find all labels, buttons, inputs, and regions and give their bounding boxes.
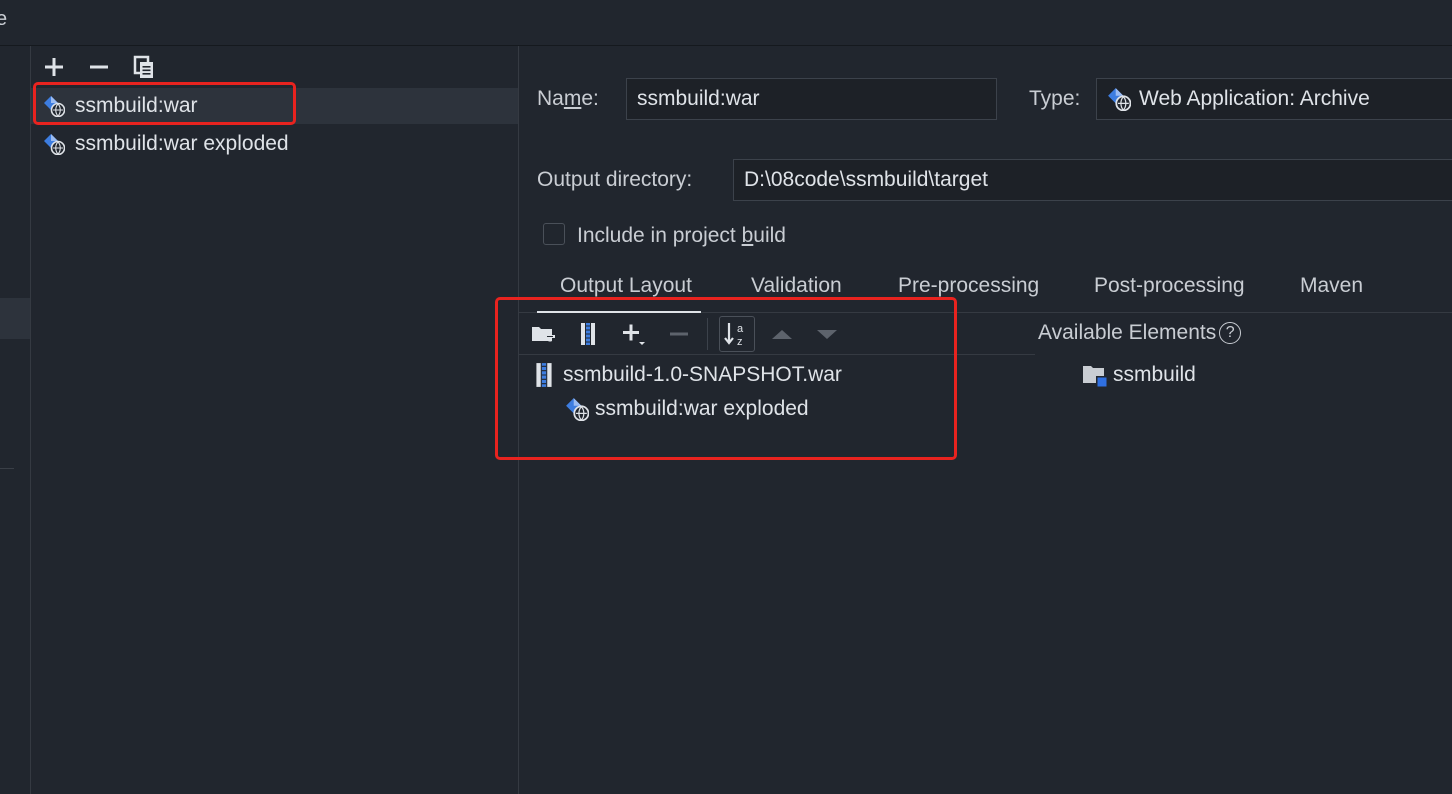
output-directory-field[interactable]: D:\08code\ssmbuild\target — [733, 159, 1452, 201]
copy-artifact-button[interactable] — [130, 53, 158, 81]
category-strip-divider — [0, 468, 14, 469]
type-select[interactable]: Web Application: Archive — [1096, 78, 1452, 120]
category-strip — [0, 46, 31, 794]
include-in-build-checkbox[interactable] — [543, 223, 565, 245]
output-directory-label: Output directory: — [537, 168, 693, 191]
type-label: Type: — [1029, 87, 1081, 110]
web-archive-icon — [1108, 88, 1131, 111]
minus-icon — [90, 65, 108, 69]
available-elements-header: Available Elements ? — [1038, 321, 1242, 345]
tab-pre-processing[interactable]: Pre-processing — [898, 274, 1039, 298]
name-field-value: ssmbuild:war — [637, 87, 760, 110]
help-icon[interactable]: ? — [1219, 322, 1242, 344]
highlight-box-selected-artifact — [33, 82, 296, 125]
output-directory-value: D:\08code\ssmbuild\target — [744, 168, 988, 191]
tab-maven[interactable]: Maven — [1300, 274, 1363, 298]
add-artifact-button[interactable] — [40, 53, 68, 81]
tab-validation[interactable]: Validation — [751, 274, 842, 298]
artifact-item-ssmbuild-war-exploded[interactable]: ssmbuild:war exploded — [31, 126, 518, 162]
remove-artifact-button[interactable] — [85, 53, 113, 81]
tab-output-layout[interactable]: Output Layout — [560, 274, 692, 298]
available-element-ssmbuild[interactable]: ssmbuild — [1082, 363, 1196, 387]
tab-post-processing[interactable]: Post-processing — [1094, 274, 1245, 298]
artifact-item-label: ssmbuild:war exploded — [75, 132, 289, 155]
name-field[interactable]: ssmbuild:war — [626, 78, 997, 120]
window-top-bar — [0, 0, 1452, 46]
plus-icon — [45, 58, 63, 76]
web-archive-icon — [44, 134, 65, 155]
type-select-value: Web Application: Archive — [1139, 87, 1370, 110]
available-elements-title: Available Elements — [1038, 321, 1217, 344]
available-element-label: ssmbuild — [1113, 363, 1196, 386]
top-bar-title-fragment: e — [0, 8, 8, 30]
include-in-build-label[interactable]: Include in project build — [577, 224, 786, 248]
module-folder-icon — [1083, 366, 1107, 387]
highlight-box-output-layout — [495, 297, 957, 460]
category-strip-selected-item[interactable] — [0, 298, 30, 339]
name-label: Name: — [537, 87, 599, 110]
copy-icon — [133, 55, 153, 78]
artifact-list-panel: ssmbuild:war ssmbuild:war exploded — [31, 46, 519, 794]
